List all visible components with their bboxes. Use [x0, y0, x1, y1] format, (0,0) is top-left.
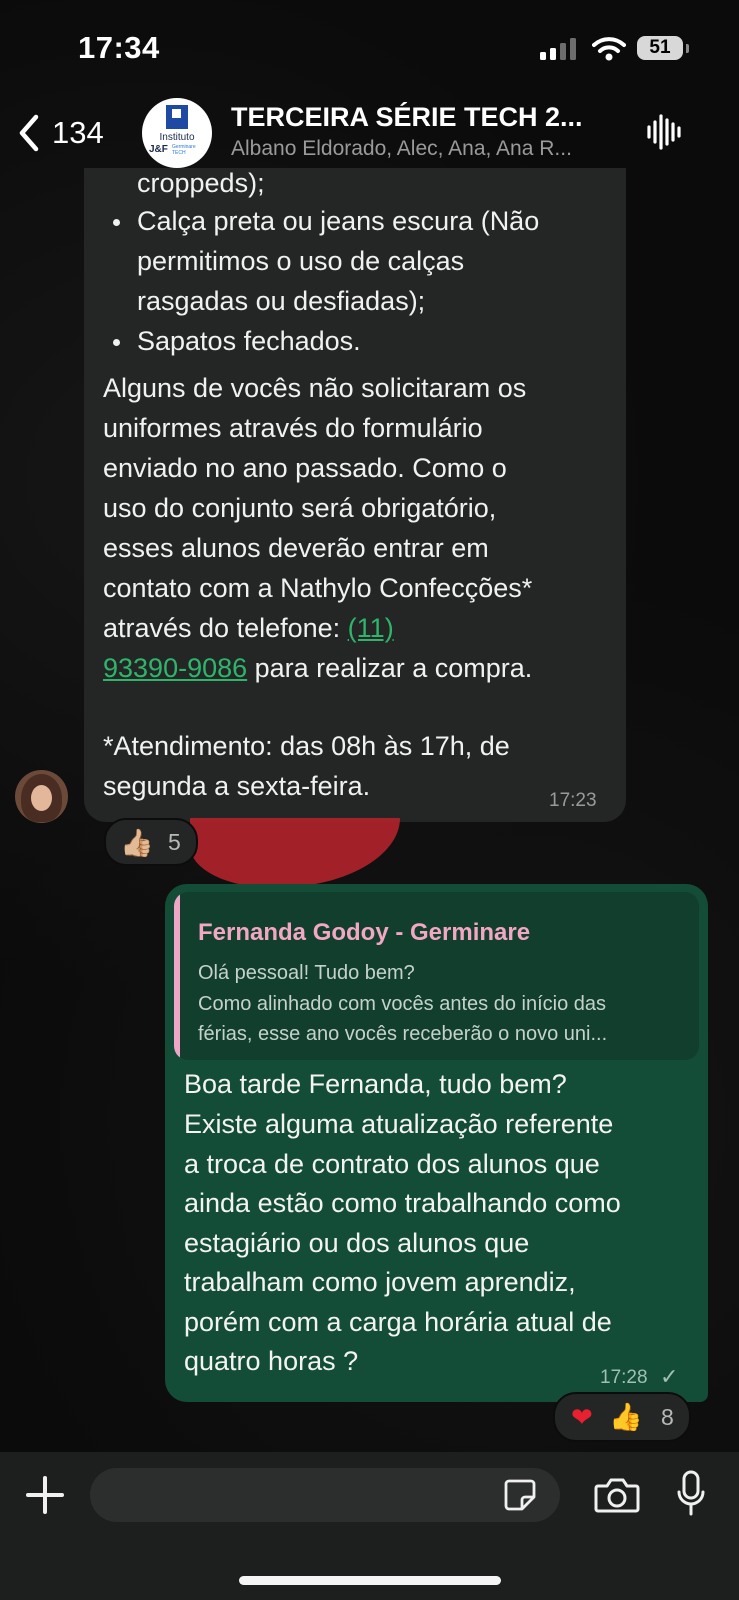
reaction-pill[interactable]: ❤ 👍 8: [553, 1392, 691, 1442]
quote-text-line: férias, esse ano vocês receberão o novo …: [198, 1023, 608, 1045]
message-text-line: através do telefone: (11): [103, 613, 394, 644]
thumbs-up-icon: 👍: [609, 1402, 643, 1432]
back-button[interactable]: 134: [14, 108, 104, 158]
wifi-icon: [592, 37, 626, 61]
institute-logo-icon: [166, 105, 188, 129]
phone-prefix-text: através do telefone:: [103, 613, 348, 643]
message-text-line: quatro horas ?: [184, 1346, 359, 1376]
avatar-logo-text: Germinare TECH: [172, 144, 196, 156]
message-timestamp: 17:23: [549, 790, 597, 811]
reaction-count: 5: [168, 829, 181, 855]
bullet-icon: [113, 339, 120, 346]
battery-indicator: 51: [637, 36, 683, 60]
message-text-line: estagiário ou dos alunos que: [184, 1228, 530, 1258]
group-members[interactable]: Albano Eldorado, Alec, Ana, Ana R...: [231, 137, 616, 161]
message-text-line: ainda estão como trabalhando como: [184, 1188, 621, 1218]
microphone-icon[interactable]: [676, 1470, 706, 1518]
message-text-line: Alguns de vocês não solicitaram os: [103, 373, 527, 403]
phone-suffix-text: para realizar a compra.: [247, 653, 533, 683]
phone-link[interactable]: (11): [348, 613, 394, 643]
quote-text-line: Como alinhado com vocês antes do início …: [198, 993, 607, 1015]
chevron-left-icon: [19, 114, 39, 152]
message-composer: [0, 1452, 739, 1600]
bullet-icon: [113, 219, 120, 226]
message-text-line: uso do conjunto será obrigatório,: [103, 493, 497, 523]
message-text-line: Boa tarde Fernanda, tudo bem?: [184, 1069, 567, 1099]
avatar-face: [31, 785, 52, 811]
message-text-line: a troca de contrato dos alunos que: [184, 1149, 600, 1179]
unread-count: 134: [52, 115, 104, 150]
reaction-pill[interactable]: 👍🏼 5: [104, 818, 198, 866]
group-avatar[interactable]: Instituto J&F Germinare TECH: [142, 98, 212, 168]
message-text-line: contato com a Nathylo Confecções*: [103, 573, 533, 603]
message-text-line: trabalham como jovem aprendiz,: [184, 1267, 576, 1297]
sender-avatar[interactable]: [15, 770, 68, 823]
sent-check-icon: ✓: [660, 1364, 679, 1389]
message-text-line: porém com a carga horária atual de: [184, 1307, 612, 1337]
outgoing-message-bubble[interactable]: Fernanda Godoy - Germinare Olá pessoal! …: [165, 884, 708, 1402]
battery-tip: [686, 44, 689, 53]
message-text-line: croppeds);: [137, 168, 265, 198]
message-text-line: Existe alguma atualização referente: [184, 1109, 614, 1139]
message-text-line: esses alunos deverão entrar em: [103, 533, 489, 563]
message-text-line: uniformes através do formulário: [103, 413, 483, 443]
sticker-icon[interactable]: [503, 1478, 537, 1512]
thumbs-up-icon: 👍🏼: [120, 828, 154, 858]
message-timestamp: 17:28: [600, 1367, 648, 1388]
avatar-logo-text: J&F: [149, 144, 168, 155]
reaction-count: 8: [661, 1404, 674, 1430]
home-indicator: [239, 1576, 501, 1585]
heart-icon: ❤: [571, 1402, 593, 1432]
quote-accent-bar: [174, 892, 180, 1060]
message-text-line: Sapatos fechados.: [137, 326, 361, 356]
message-text-line: enviado no ano passado. Como o: [103, 453, 507, 483]
message-text-line: Calça preta ou jeans escura (Não: [137, 206, 540, 236]
message-text-line: *Atendimento: das 08h às 17h, de: [103, 731, 510, 761]
status-bar: 17:34 51: [0, 0, 739, 96]
camera-icon[interactable]: [594, 1476, 640, 1514]
phone-link[interactable]: 93390-9086: [103, 653, 247, 683]
audio-wave-icon[interactable]: [646, 112, 684, 152]
quote-author: Fernanda Godoy - Germinare: [198, 919, 531, 946]
incoming-message-bubble[interactable]: croppeds); Calça preta ou jeans escura (…: [84, 168, 626, 822]
message-text-line: segunda a sexta-feira.: [103, 771, 371, 801]
message-text-line: 93390-9086 para realizar a compra.: [103, 653, 532, 684]
plus-icon[interactable]: [24, 1474, 66, 1516]
cellular-signal-icon: [540, 38, 576, 60]
status-time: 17:34: [78, 30, 160, 65]
quote-text-line: Olá pessoal! Tudo bem?: [198, 962, 415, 984]
chat-header: 134 Instituto J&F Germinare TECH TERCEIR…: [0, 96, 739, 176]
message-text-line: permitimos o uso de calças: [137, 246, 465, 276]
group-title[interactable]: TERCEIRA SÉRIE TECH 2...: [231, 102, 611, 133]
message-input[interactable]: [90, 1468, 560, 1522]
avatar-logo-text: Instituto: [159, 132, 195, 143]
quoted-message[interactable]: Fernanda Godoy - Germinare Olá pessoal! …: [174, 892, 699, 1060]
message-text-line: rasgadas ou desfiadas);: [137, 286, 426, 316]
